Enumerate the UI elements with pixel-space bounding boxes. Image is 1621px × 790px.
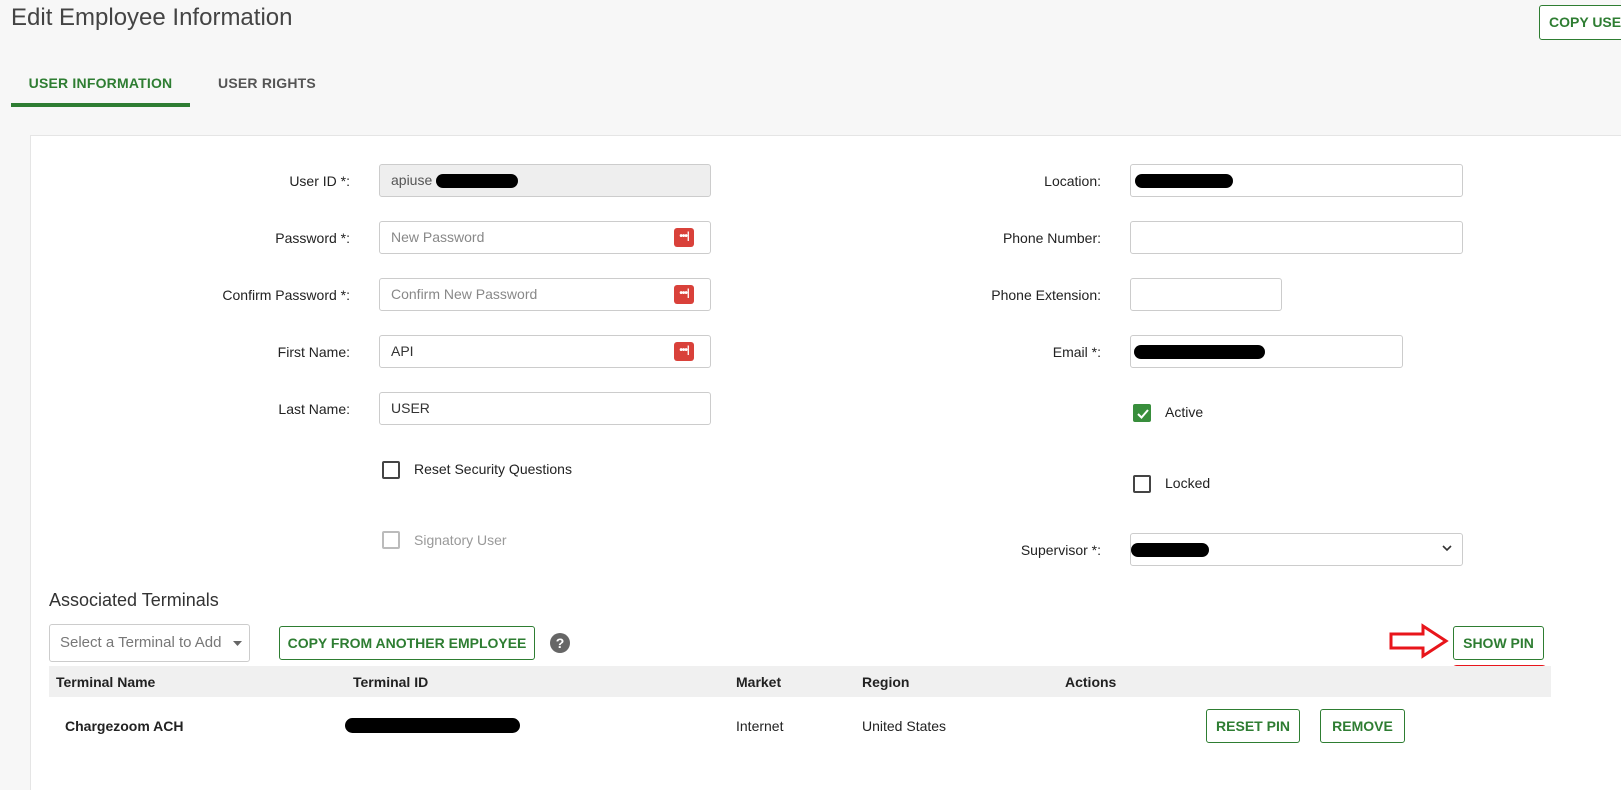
first-name-field[interactable]: API •••|	[379, 335, 711, 368]
supervisor-label: Supervisor *:	[1020, 542, 1101, 558]
locked-label: Locked	[1165, 475, 1211, 491]
page-title: Edit Employee Information	[11, 4, 293, 31]
email-field[interactable]	[1130, 335, 1403, 368]
confirm-password-placeholder: Confirm New Password	[391, 286, 538, 302]
user-id-label: User ID *:	[289, 173, 350, 189]
column-header-actions: Actions	[1065, 674, 1117, 690]
market-cell: Internet	[736, 718, 784, 734]
chevron-down-icon	[1442, 545, 1452, 552]
show-pin-button[interactable]: SHOW PIN	[1453, 626, 1544, 660]
remove-button[interactable]: REMOVE	[1320, 709, 1405, 743]
location-label: Location:	[1044, 173, 1101, 189]
phone-extension-label: Phone Extension:	[991, 287, 1101, 303]
terminals-table-header: Terminal Name Terminal ID Market Region …	[49, 666, 1551, 697]
check-icon	[1137, 409, 1149, 419]
annotation-arrow-icon	[1389, 623, 1449, 659]
terminal-select[interactable]: Select a Terminal to Add	[49, 624, 250, 662]
help-icon[interactable]: ?	[550, 633, 570, 653]
phone-number-field[interactable]	[1130, 221, 1463, 254]
reset-security-questions-checkbox[interactable]	[382, 461, 400, 479]
confirm-password-label: Confirm Password *:	[222, 287, 350, 303]
password-manager-icon[interactable]: •••|	[674, 285, 694, 304]
redacted-mark	[436, 174, 518, 188]
supervisor-select[interactable]	[1130, 533, 1463, 566]
redacted-mark	[1134, 345, 1265, 359]
password-placeholder: New Password	[391, 229, 485, 245]
tab-user-information[interactable]: USER INFORMATION	[11, 62, 190, 107]
password-manager-icon[interactable]: •••|	[674, 228, 694, 247]
locked-checkbox[interactable]	[1133, 475, 1151, 493]
copy-user-button[interactable]: COPY USER	[1539, 5, 1621, 40]
signatory-user-checkbox	[382, 531, 400, 549]
phone-number-label: Phone Number:	[1002, 230, 1101, 246]
password-label: Password *:	[275, 230, 350, 246]
column-header-region: Region	[862, 674, 910, 690]
user-id-value: apiuse	[391, 172, 433, 188]
confirm-password-field[interactable]: Confirm New Password •••|	[379, 278, 711, 311]
redacted-mark	[1131, 543, 1209, 557]
email-label: Email *:	[1052, 344, 1101, 360]
redacted-mark	[1135, 174, 1233, 188]
terminal-select-placeholder: Select a Terminal to Add	[60, 634, 222, 651]
password-manager-icon[interactable]: •••|	[674, 342, 694, 361]
last-name-field[interactable]: USER	[379, 392, 711, 425]
last-name-label: Last Name:	[278, 401, 350, 417]
column-header-market: Market	[736, 674, 782, 690]
active-checkbox[interactable]	[1133, 404, 1151, 422]
column-header-terminal-id: Terminal ID	[353, 674, 429, 690]
column-header-terminal-name: Terminal Name	[56, 674, 156, 690]
copy-from-another-employee-button[interactable]: COPY FROM ANOTHER EMPLOYEE	[279, 626, 535, 660]
reset-security-questions-label: Reset Security Questions	[414, 461, 572, 477]
chevron-down-icon	[233, 641, 242, 646]
associated-terminals-title: Associated Terminals	[49, 590, 219, 610]
terminal-name-cell: Chargezoom ACH	[65, 718, 184, 734]
first-name-label: First Name:	[277, 344, 350, 360]
first-name-value: API	[391, 343, 414, 359]
tab-user-rights[interactable]: USER RIGHTS	[206, 62, 328, 107]
user-id-field: apiuse	[379, 164, 711, 197]
reset-pin-button[interactable]: RESET PIN	[1206, 709, 1300, 743]
password-field[interactable]: New Password •••|	[379, 221, 711, 254]
redacted-mark	[345, 718, 520, 733]
location-field[interactable]	[1130, 164, 1463, 197]
phone-extension-field[interactable]	[1130, 278, 1282, 311]
region-cell: United States	[862, 718, 947, 734]
active-label: Active	[1165, 404, 1204, 420]
last-name-value: USER	[391, 400, 430, 416]
signatory-user-label: Signatory User	[414, 532, 507, 548]
